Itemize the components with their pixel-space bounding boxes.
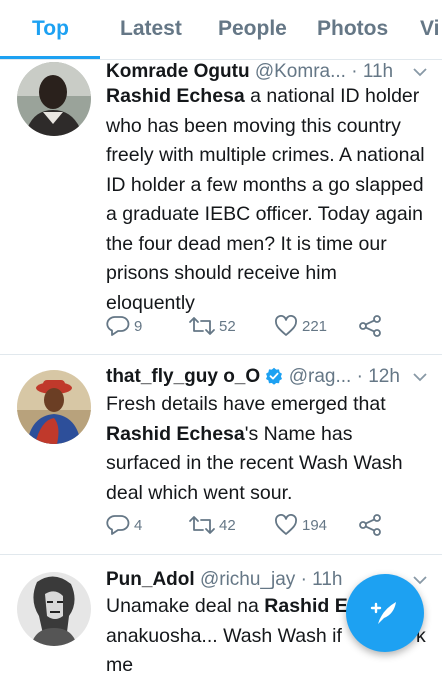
author-name[interactable]: Komrade Ogutu [106, 61, 250, 82]
author-handle[interactable]: @rag... [289, 366, 352, 387]
tweet-header: that_fly_guy o_O @rag... · 12h [106, 365, 430, 389]
author-handle[interactable]: @richu_jay [200, 569, 295, 590]
compose-tweet-icon [370, 602, 396, 624]
tab-videos[interactable]: Vi [420, 17, 439, 41]
tab-latest[interactable]: Latest [120, 17, 182, 41]
retweet-button[interactable]: 42 [188, 514, 274, 536]
chevron-down-icon[interactable] [412, 64, 428, 80]
tweet-text: Fresh details have emerged that Rashid E… [106, 390, 426, 508]
avatar[interactable] [17, 370, 91, 444]
like-button[interactable]: 221 [274, 315, 358, 337]
reply-icon [106, 316, 130, 336]
retweet-icon [189, 317, 215, 335]
compose-tweet-button[interactable] [346, 574, 424, 652]
tweet-text: Rashid Echesa a national ID holder who h… [106, 82, 426, 318]
tweet-time: · 11h [300, 569, 343, 590]
tweet-header: Komrade Ogutu @Komra... · 11h [106, 60, 430, 84]
heart-icon [275, 514, 297, 535]
tweet-text-rest-3: me [106, 654, 134, 676]
tweet-text-pre: Unamake deal na [106, 595, 265, 617]
chevron-down-icon[interactable] [412, 369, 428, 385]
retweet-count: 52 [219, 317, 236, 335]
tab-photos[interactable]: Photos [317, 17, 388, 41]
tab-people[interactable]: People [218, 17, 287, 41]
chevron-down-icon[interactable] [412, 572, 428, 588]
share-icon [359, 514, 381, 536]
mention-bold: Rashid Echesa [106, 85, 245, 107]
mention-bold: Rashid Echesa [106, 422, 245, 445]
verified-badge-icon [266, 367, 283, 385]
avatar[interactable] [17, 62, 91, 136]
share-icon [359, 315, 381, 337]
author-name[interactable]: Pun_Adol [106, 569, 195, 590]
reply-button[interactable]: 4 [106, 514, 188, 536]
reply-icon [106, 515, 130, 535]
tweet-item[interactable]: that_fly_guy o_O @rag... · 12h Fresh det… [0, 355, 442, 555]
tweet-text-rest: anakuosha... Wash Wash if [106, 624, 342, 647]
share-button[interactable] [358, 514, 382, 536]
like-count: 221 [302, 317, 328, 335]
like-count: 194 [302, 516, 328, 534]
mention-bold: Rashid E [264, 595, 348, 617]
reply-count: 4 [134, 516, 143, 534]
tweet-text-rest: a national ID holder who has been moving… [106, 85, 425, 314]
reply-count: 9 [134, 317, 143, 335]
retweet-count: 42 [219, 516, 236, 534]
author-name[interactable]: that_fly_guy o_O [106, 366, 260, 387]
author-handle[interactable]: @Komra... [255, 61, 346, 82]
tab-top[interactable]: Top [32, 17, 69, 41]
tweet-actions: 9 52 221 [106, 314, 382, 338]
share-button[interactable] [358, 315, 382, 337]
tweet-time: · 11h [351, 61, 394, 82]
retweet-button[interactable]: 52 [188, 315, 274, 337]
heart-icon [275, 315, 297, 336]
search-tabs: Top Latest People Photos Vi [0, 0, 442, 60]
avatar[interactable] [17, 572, 91, 646]
like-button[interactable]: 194 [274, 514, 358, 536]
retweet-icon [189, 516, 215, 534]
tweet-item[interactable]: Komrade Ogutu @Komra... · 11h Rashid Ech… [0, 60, 442, 355]
tweet-actions: 4 42 194 [106, 513, 382, 537]
reply-button[interactable]: 9 [106, 315, 188, 337]
tweet-time: · 12h [356, 366, 400, 387]
tweet-text-pre: Fresh details have emerged that [106, 393, 386, 415]
